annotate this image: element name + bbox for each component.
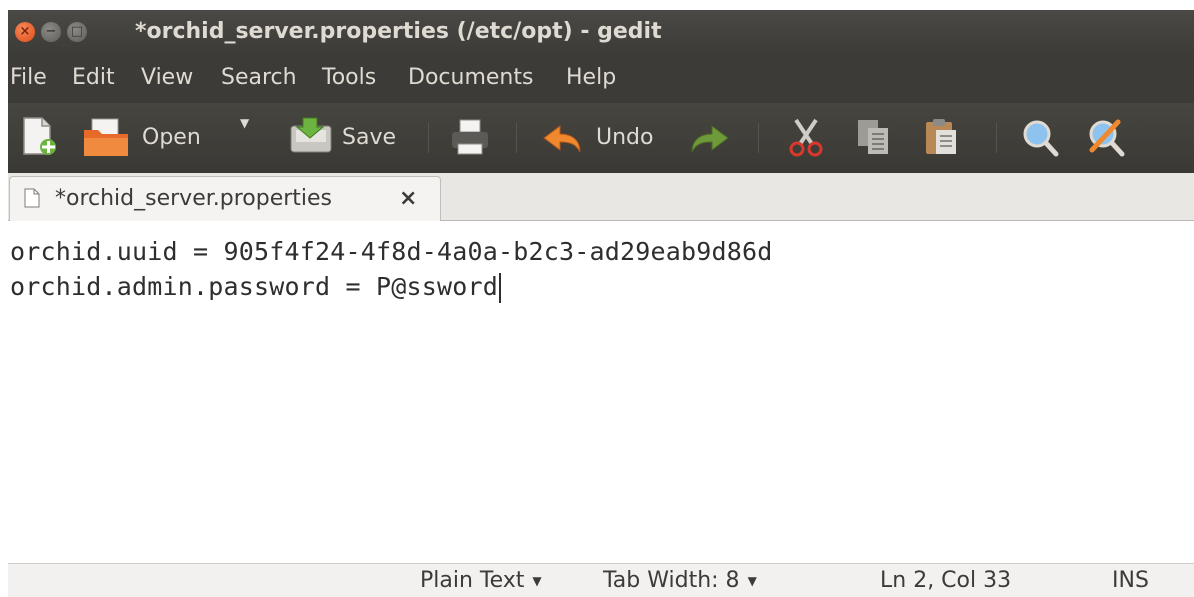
find-button[interactable] bbox=[1018, 116, 1062, 158]
insert-mode-indicator: INS bbox=[1112, 568, 1149, 593]
open-button[interactable]: Open bbox=[82, 116, 252, 158]
copy-icon bbox=[858, 120, 888, 154]
toolbar-separator bbox=[996, 123, 997, 153]
menu-tools[interactable]: Tools bbox=[322, 65, 376, 90]
toolbar: Open ▼ Save Undo bbox=[8, 103, 1194, 173]
minimize-window-button[interactable]: − bbox=[41, 22, 61, 42]
redo-button[interactable] bbox=[688, 116, 734, 158]
cut-button[interactable] bbox=[784, 116, 828, 158]
save-label: Save bbox=[342, 125, 397, 150]
chevron-down-icon: ▼ bbox=[532, 574, 542, 588]
print-button[interactable] bbox=[448, 116, 494, 158]
maximize-window-button[interactable]: □ bbox=[67, 22, 87, 42]
cursor-position: Ln 2, Col 33 bbox=[880, 568, 1012, 593]
copy-button[interactable] bbox=[852, 116, 896, 158]
open-label: Open bbox=[142, 125, 201, 150]
tab-width-selector[interactable]: Tab Width: 8 ▼ bbox=[603, 568, 757, 593]
close-window-button[interactable]: × bbox=[15, 22, 35, 42]
redo-icon bbox=[691, 125, 729, 153]
find-replace-button[interactable] bbox=[1084, 116, 1128, 158]
menu-bar: File Edit View Search Tools Documents He… bbox=[8, 55, 1194, 103]
folder-open-icon bbox=[84, 118, 128, 156]
status-bar: Plain Text ▼ Tab Width: 8 ▼ Ln 2, Col 33 I… bbox=[8, 563, 1194, 597]
menu-documents[interactable]: Documents bbox=[408, 65, 533, 90]
toolbar-separator bbox=[758, 123, 759, 153]
text-cursor bbox=[499, 273, 502, 303]
menu-view[interactable]: View bbox=[141, 65, 193, 90]
new-button[interactable] bbox=[18, 116, 62, 158]
tab-label: *orchid_server.properties bbox=[55, 186, 333, 211]
paste-button[interactable] bbox=[920, 116, 964, 158]
toolbar-separator bbox=[516, 123, 517, 153]
paste-icon bbox=[926, 119, 956, 154]
find-replace-icon bbox=[1089, 119, 1125, 157]
tab-close-icon[interactable]: × bbox=[399, 186, 417, 211]
editor-line-2-text: orchid.admin.password = P@ssword bbox=[10, 272, 499, 301]
tab-width-label: Tab Width: 8 bbox=[603, 568, 740, 593]
close-icon: × bbox=[19, 24, 31, 39]
chevron-down-icon: ▼ bbox=[747, 574, 757, 588]
title-bar[interactable]: × − □ *orchid_server.properties (/etc/op… bbox=[8, 10, 1194, 55]
save-button[interactable]: Save bbox=[288, 116, 408, 158]
document-tab-bar: *orchid_server.properties × bbox=[8, 173, 1194, 221]
tab-orchid-server-properties[interactable]: *orchid_server.properties × bbox=[9, 176, 441, 221]
undo-button[interactable]: Undo bbox=[538, 116, 668, 158]
menu-search[interactable]: Search bbox=[221, 65, 297, 90]
toolbar-separator bbox=[428, 123, 429, 153]
print-icon bbox=[452, 119, 488, 155]
language-selector[interactable]: Plain Text ▼ bbox=[420, 568, 542, 593]
menu-help[interactable]: Help bbox=[566, 65, 616, 90]
document-icon bbox=[24, 188, 40, 208]
language-label: Plain Text bbox=[420, 568, 525, 593]
maximize-icon: □ bbox=[70, 24, 84, 39]
gedit-window: × − □ *orchid_server.properties (/etc/op… bbox=[8, 10, 1194, 597]
menu-edit[interactable]: Edit bbox=[72, 65, 115, 90]
new-document-icon bbox=[23, 117, 56, 155]
save-icon bbox=[290, 117, 332, 153]
undo-label: Undo bbox=[596, 125, 654, 150]
menu-file[interactable]: File bbox=[10, 65, 47, 90]
cut-icon bbox=[789, 118, 823, 157]
undo-arrow-icon bbox=[543, 125, 581, 153]
editor-line-2: orchid.admin.password = P@ssword bbox=[10, 272, 502, 303]
text-editor[interactable]: orchid.uuid = 905f4f24-4f8d-4a0a-b2c3-ad… bbox=[8, 221, 1194, 563]
window-title: *orchid_server.properties (/etc/opt) - g… bbox=[135, 19, 662, 44]
open-dropdown-arrow[interactable]: ▼ bbox=[240, 116, 249, 130]
minimize-icon: − bbox=[45, 24, 57, 39]
editor-line-1: orchid.uuid = 905f4f24-4f8d-4a0a-b2c3-ad… bbox=[10, 237, 773, 266]
search-icon bbox=[1023, 120, 1059, 157]
